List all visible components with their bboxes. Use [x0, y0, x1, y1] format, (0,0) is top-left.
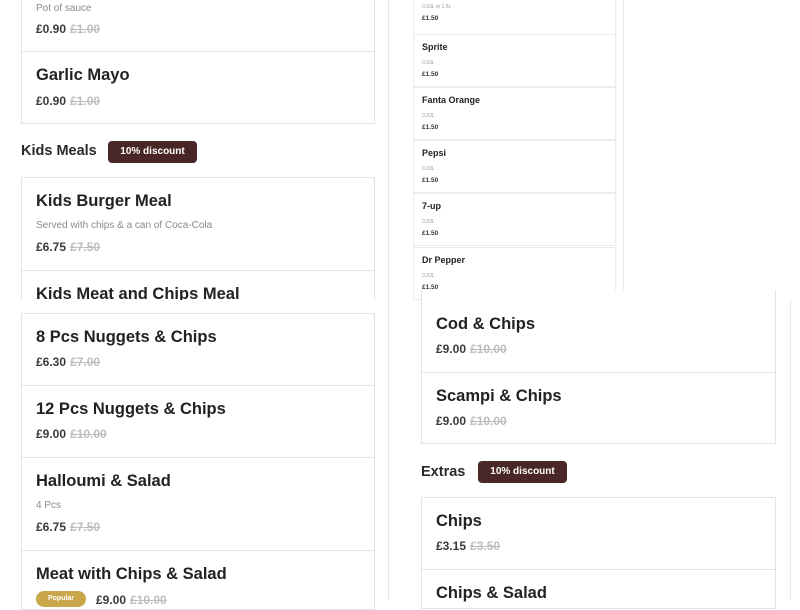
- drink-item-fanta-orange[interactable]: Fanta Orange 0.33L £1.50: [413, 87, 616, 140]
- menu-item-description: 4 Pcs: [36, 500, 62, 511]
- price: £6.30: [36, 355, 67, 369]
- menu-item-name: Cod & Chips: [436, 315, 535, 333]
- menu-item-chips[interactable]: Chips £3.15 £3.50: [421, 497, 776, 570]
- drink-size: 0.33L: [422, 60, 435, 66]
- menu-item-name: 12 Pcs Nuggets & Chips: [36, 400, 226, 418]
- menu-item-name: Scampi & Chips: [436, 387, 562, 405]
- price: £9.00: [96, 593, 127, 607]
- old-price: £10.00: [70, 427, 107, 441]
- discount-badge: 10% discount: [478, 461, 567, 483]
- drink-size: 0.33L or 1.5L: [422, 4, 452, 10]
- column-divider: [388, 0, 389, 300]
- menu-item-name: Halloumi & Salad: [36, 472, 171, 490]
- discount-badge: 10% discount: [108, 141, 197, 163]
- drink-name: Pepsi: [422, 148, 447, 158]
- old-price: £3.50: [470, 539, 501, 553]
- drink-name: Fanta Orange: [422, 95, 481, 105]
- price: £0.90: [36, 94, 67, 108]
- drink-item-sprite[interactable]: Sprite 0.33L £1.50: [413, 34, 616, 87]
- menu-item-name: Garlic Mayo: [36, 66, 130, 84]
- drink-name: Sprite: [422, 42, 448, 52]
- drink-size: 0.33L: [422, 113, 435, 119]
- column-divider: [623, 0, 624, 300]
- menu-item-meat-chips-salad[interactable]: Meat with Chips & Salad Popular £9.00 £10…: [21, 550, 375, 610]
- price: £6.75: [36, 520, 67, 534]
- menu-item-price: £9.00 £10.00: [436, 342, 507, 356]
- drink-price: £1.50: [422, 15, 439, 22]
- old-price: £10.00: [470, 342, 507, 356]
- menu-item-description: Served with chips & a can of Coca-Cola: [36, 220, 213, 231]
- menu-item-price: £9.00 £10.00: [36, 427, 107, 441]
- column-divider: [388, 300, 389, 600]
- menu-item-name: Chips & Salad: [436, 584, 547, 602]
- menu-item-name: Kids Burger Meal: [36, 192, 172, 210]
- drink-name: 7-up: [422, 201, 441, 211]
- price: £3.15: [436, 539, 467, 553]
- menu-item-name: Meat with Chips & Salad: [36, 565, 227, 583]
- price: £6.75: [36, 240, 67, 254]
- drink-price: £1.50: [422, 124, 439, 131]
- menu-item-price: £3.15 £3.50: [436, 539, 500, 553]
- price: £0.90: [36, 22, 67, 36]
- old-price: £7.50: [70, 520, 101, 534]
- menu-item-price: £9.00 £10.00: [96, 593, 167, 607]
- menu-item-price: £6.30 £7.00: [36, 355, 100, 369]
- drink-item-top[interactable]: 0.33L or 1.5L £1.50: [413, 0, 616, 35]
- drink-size: 0.33L: [422, 273, 435, 279]
- menu-item-kids-meat-chips-meal[interactable]: Kids Meat and Chips Meal: [21, 270, 375, 300]
- menu-item-description: Pot of sauce: [36, 3, 92, 14]
- menu-item-price: £9.00 £10.00: [436, 414, 507, 428]
- price: £9.00: [436, 414, 467, 428]
- drink-price: £1.50: [422, 177, 439, 184]
- drink-size: 0.33L: [422, 166, 435, 172]
- section-title-kids-meals: Kids Meals: [21, 143, 97, 159]
- drink-item-7up[interactable]: 7-up 0.33L £1.50: [413, 193, 616, 246]
- old-price: £10.00: [470, 414, 507, 428]
- drink-price: £1.50: [422, 71, 439, 78]
- menu-item-8-pcs-nuggets-chips[interactable]: 8 Pcs Nuggets & Chips £6.30 £7.00: [21, 313, 375, 386]
- menu-item-garlic-mayo[interactable]: Garlic Mayo £0.90 £1.00: [21, 51, 375, 124]
- old-price: £10.00: [130, 593, 167, 607]
- section-title-extras: Extras: [421, 464, 466, 480]
- menu-item-name: 8 Pcs Nuggets & Chips: [36, 328, 217, 346]
- old-price: £7.50: [70, 240, 101, 254]
- menu-item-price: £0.90 £1.00: [36, 22, 100, 36]
- menu-item-cod-chips[interactable]: Cod & Chips £9.00 £10.00: [421, 290, 776, 373]
- menu-item-halloumi-salad[interactable]: Halloumi & Salad 4 Pcs £6.75 £7.50: [21, 457, 375, 551]
- menu-item-chips-salad[interactable]: Chips & Salad: [421, 569, 776, 609]
- column-divider: [790, 300, 791, 600]
- drink-size: 0.33L: [422, 219, 435, 225]
- drink-price: £1.50: [422, 230, 439, 237]
- old-price: £7.00: [70, 355, 101, 369]
- price: £9.00: [36, 427, 67, 441]
- menu-item-name: Chips: [436, 512, 482, 530]
- menu-item-12-pcs-nuggets-chips[interactable]: 12 Pcs Nuggets & Chips £9.00 £10.00: [21, 385, 375, 458]
- menu-item-price: £0.90 £1.00: [36, 94, 100, 108]
- menu-item-kids-burger-meal[interactable]: Kids Burger Meal Served with chips & a c…: [21, 177, 375, 271]
- menu-item-sauce-pot[interactable]: Pot of sauce £0.90 £1.00: [21, 0, 375, 52]
- menu-item-price: £6.75 £7.50: [36, 240, 100, 254]
- popular-badge: Popular: [36, 591, 86, 607]
- drink-name: Dr Pepper: [422, 255, 466, 265]
- menu-item-name: Kids Meat and Chips Meal: [36, 285, 240, 300]
- old-price: £1.00: [70, 94, 101, 108]
- old-price: £1.00: [70, 22, 101, 36]
- drink-item-pepsi[interactable]: Pepsi 0.33L £1.50: [413, 140, 616, 193]
- menu-item-price: £6.75 £7.50: [36, 520, 100, 534]
- price: £9.00: [436, 342, 467, 356]
- menu-item-scampi-chips[interactable]: Scampi & Chips £9.00 £10.00: [421, 372, 776, 444]
